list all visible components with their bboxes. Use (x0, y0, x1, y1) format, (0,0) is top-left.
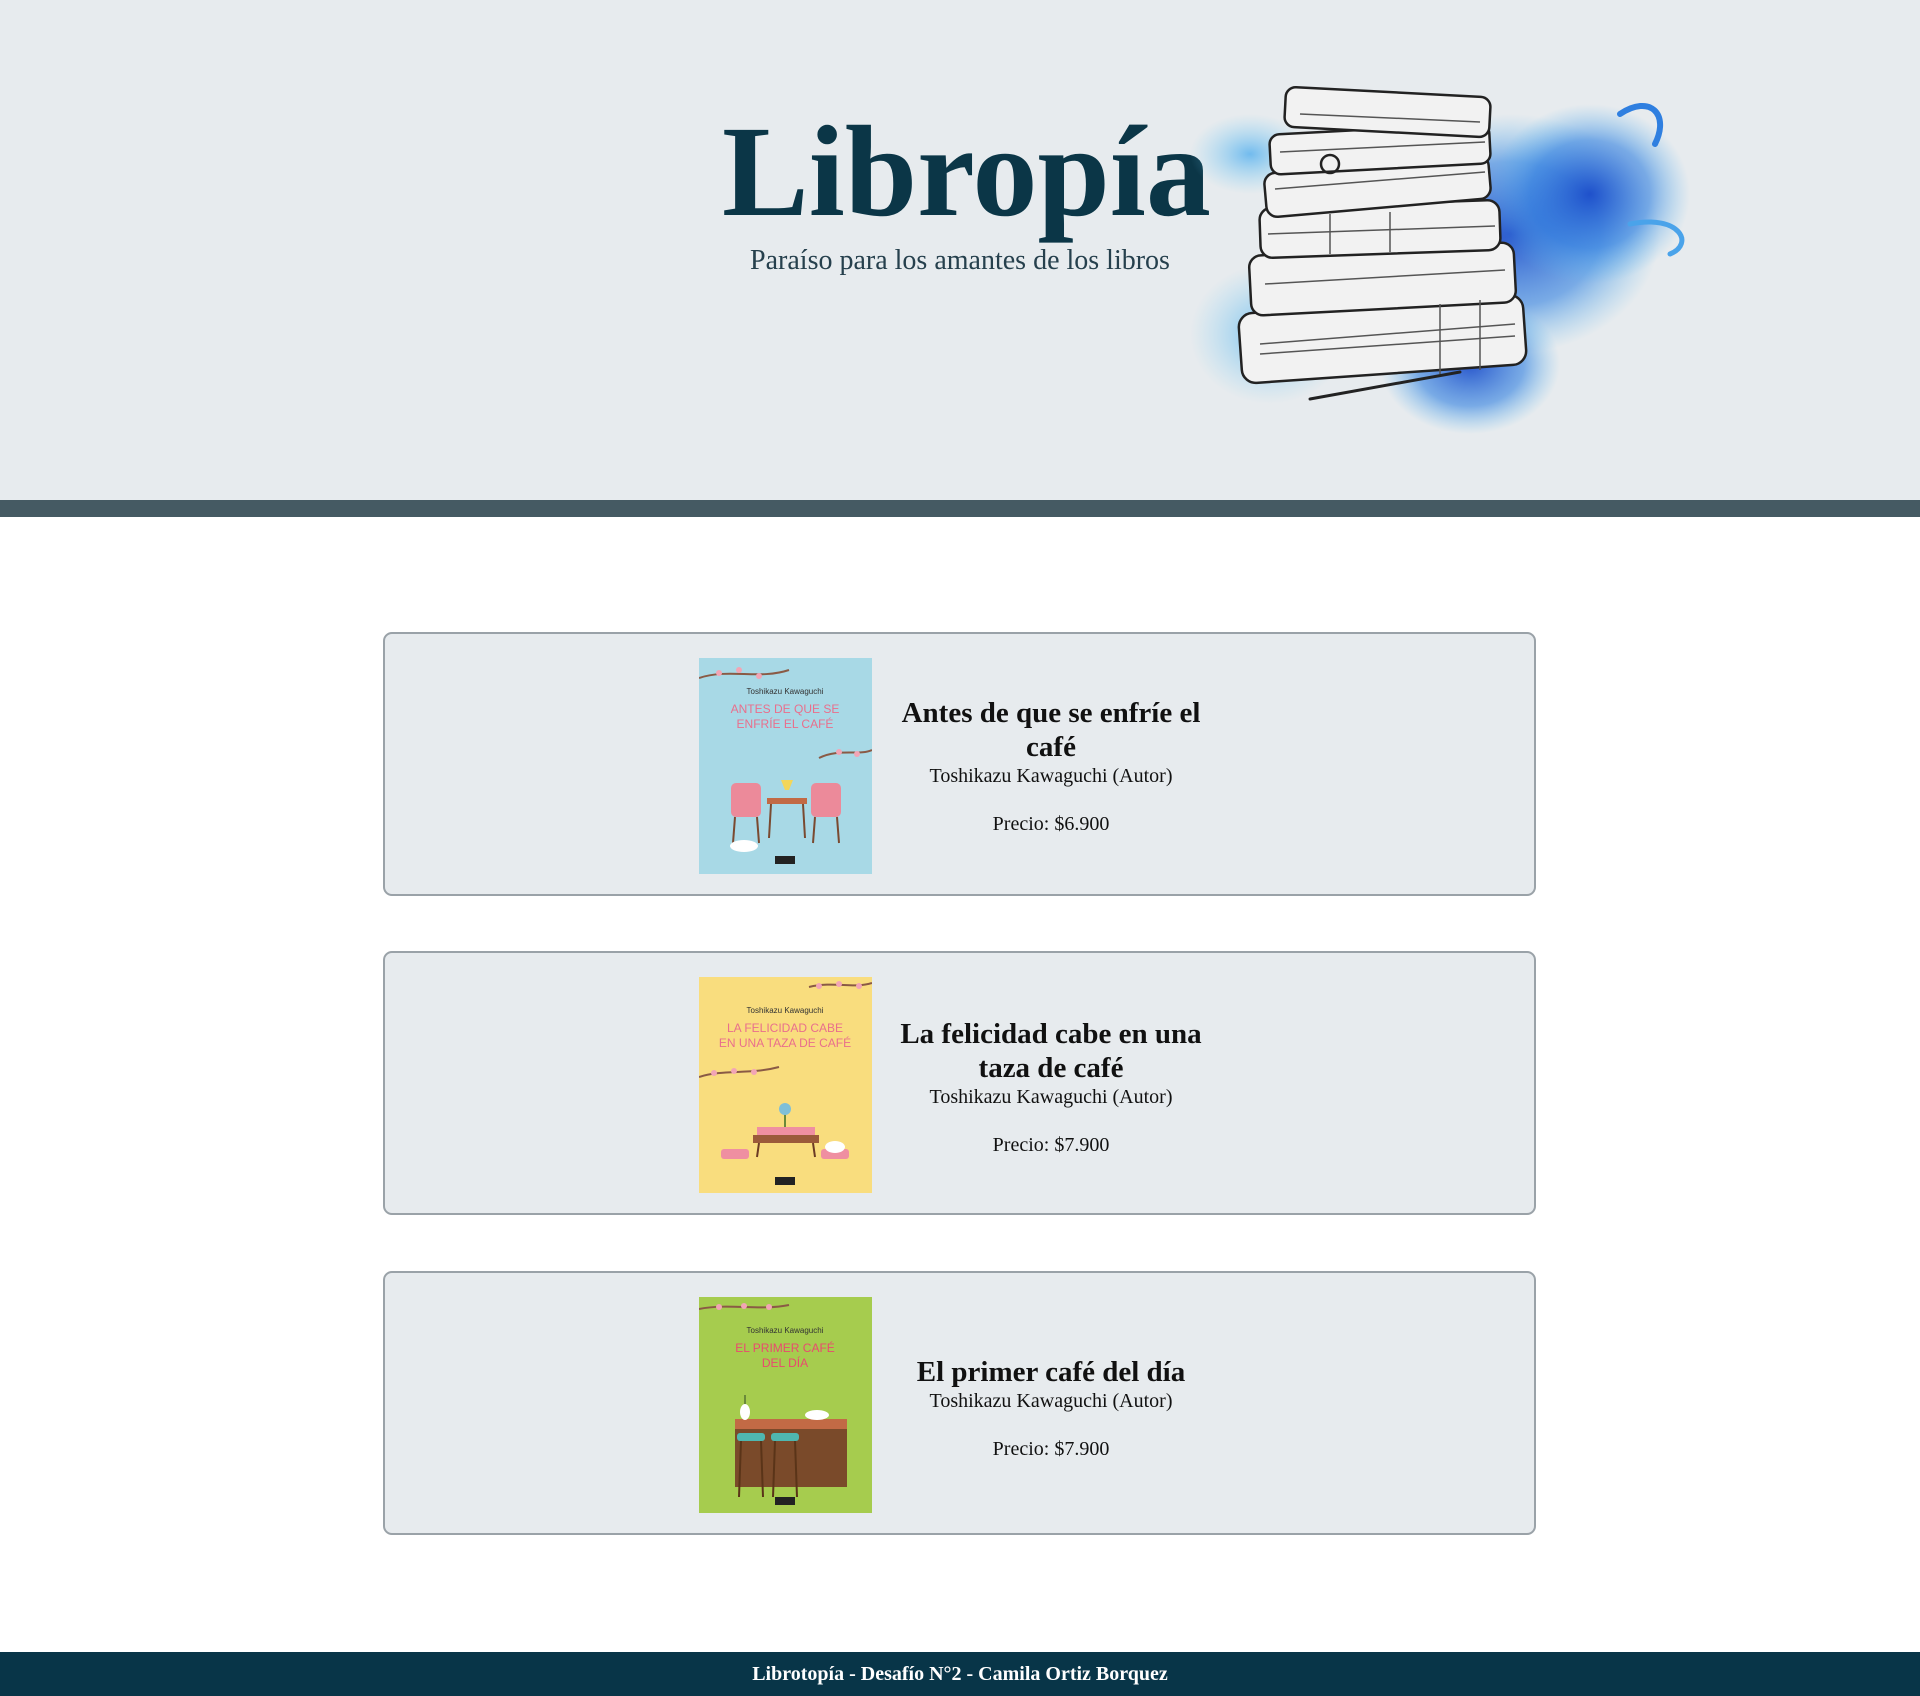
svg-text:EL PRIMER CAFÉ: EL PRIMER CAFÉ (735, 1340, 835, 1355)
header-divider (0, 500, 1920, 517)
book-cover-image[interactable]: Toshikazu Kawaguchi EL PRIMER CAFÉ DEL D… (699, 1297, 872, 1513)
svg-text:LA FELICIDAD CABE: LA FELICIDAD CABE (727, 1021, 843, 1035)
book-card[interactable]: Toshikazu Kawaguchi ANTES DE QUE SE ENFR… (383, 632, 1536, 896)
book-stack-illustration (1150, 74, 1710, 454)
book-author: Toshikazu Kawaguchi (Autor) (929, 1086, 1173, 1108)
book-info: Antes de que se enfríe el café Toshikazu… (885, 634, 1217, 894)
svg-text:Toshikazu Kawaguchi: Toshikazu Kawaguchi (747, 1006, 824, 1015)
book-author: Toshikazu Kawaguchi (Autor) (929, 765, 1173, 787)
book-title[interactable]: El primer café del día (885, 1355, 1217, 1389)
svg-text:ANTES DE QUE SE: ANTES DE QUE SE (731, 702, 840, 716)
svg-text:EN UNA TAZA DE CAFÉ: EN UNA TAZA DE CAFÉ (719, 1035, 851, 1050)
book-info: El primer café del día Toshikazu Kawaguc… (885, 1273, 1217, 1533)
book-card[interactable]: Toshikazu Kawaguchi EL PRIMER CAFÉ DEL D… (383, 1271, 1536, 1535)
book-price: Precio: $6.900 (992, 813, 1110, 835)
site-tagline: Paraíso para los amantes de los libros (750, 245, 1170, 276)
book-author: Toshikazu Kawaguchi (Autor) (929, 1390, 1173, 1412)
footer-text: Librotopía - Desafío N°2 - Camila Ortiz … (752, 1663, 1168, 1685)
book-price: Precio: $7.900 (992, 1134, 1110, 1156)
book-info: La felicidad cabe en una taza de café To… (885, 953, 1217, 1213)
book-card[interactable]: Toshikazu Kawaguchi LA FELICIDAD CABE EN… (383, 951, 1536, 1215)
site-footer: Librotopía - Desafío N°2 - Camila Ortiz … (0, 1652, 1920, 1696)
svg-text:Toshikazu Kawaguchi: Toshikazu Kawaguchi (747, 1326, 824, 1335)
svg-text:Toshikazu Kawaguchi: Toshikazu Kawaguchi (747, 687, 824, 696)
site-header: Libropía Paraíso para los amantes de los… (0, 0, 1920, 500)
book-price: Precio: $7.900 (992, 1438, 1110, 1460)
book-title[interactable]: La felicidad cabe en una taza de café (885, 1017, 1217, 1085)
book-cover-image[interactable]: Toshikazu Kawaguchi LA FELICIDAD CABE EN… (699, 977, 872, 1193)
site-title: Libropía (722, 100, 1211, 244)
svg-text:DEL DÍA: DEL DÍA (762, 1355, 808, 1370)
book-title[interactable]: Antes de que se enfríe el café (885, 696, 1217, 764)
svg-text:ENFRÍE EL CAFÉ: ENFRÍE EL CAFÉ (737, 716, 834, 731)
book-cover-image[interactable]: Toshikazu Kawaguchi ANTES DE QUE SE ENFR… (699, 658, 872, 874)
